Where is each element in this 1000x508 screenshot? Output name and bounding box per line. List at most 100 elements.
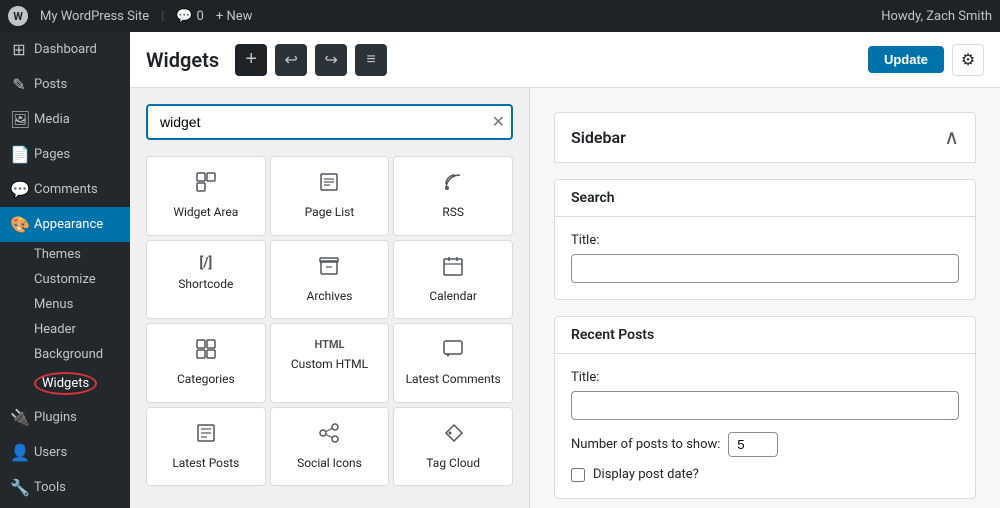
- recent-posts-widget-header: Recent Posts: [555, 317, 975, 354]
- content-area: Widgets + ↩ ↪ ≡ Update ⚙ ✕: [130, 32, 1000, 508]
- sidebar-sub-customize[interactable]: Customize: [0, 267, 130, 292]
- search-title-label: Title:: [571, 233, 959, 248]
- widget-item-shortcode[interactable]: [/] Shortcode: [146, 240, 266, 320]
- widget-grid: Widget Area Page List: [146, 156, 513, 486]
- widget-item-tag-cloud[interactable]: Tag Cloud: [393, 407, 513, 487]
- plugins-icon: 🔌: [10, 408, 28, 427]
- widget-search-box: ✕: [146, 104, 513, 140]
- tag-cloud-label: Tag Cloud: [426, 456, 480, 472]
- latest-comments-icon: [442, 338, 464, 366]
- collapse-sidebar-button[interactable]: ∧: [944, 125, 959, 150]
- media-icon: 🖼: [10, 110, 28, 129]
- separator: |: [161, 9, 164, 24]
- categories-icon: [195, 338, 217, 366]
- sidebar-sub-themes[interactable]: Themes: [0, 242, 130, 267]
- social-icons-label: Social Icons: [297, 456, 362, 472]
- sidebar-sub-widgets[interactable]: Widgets: [0, 367, 130, 400]
- recent-posts-widget-body: Title: Number of posts to show: Display …: [555, 354, 975, 498]
- search-widget-block: Search Title:: [554, 179, 976, 300]
- sidebar-item-pages[interactable]: 📄 Pages: [0, 137, 130, 172]
- social-icons-icon: [318, 422, 340, 450]
- page-list-icon: [318, 171, 340, 199]
- sidebar-sub-background[interactable]: Background: [0, 342, 130, 367]
- widgets-highlight: Widgets: [34, 372, 97, 395]
- page-list-label: Page List: [305, 205, 355, 221]
- right-panel: Sidebar ∧ Search Title: Recent Posts Tit…: [530, 88, 1000, 508]
- sidebar-item-comments[interactable]: 💬 Comments: [0, 172, 130, 207]
- wp-logo: W: [8, 6, 28, 26]
- shortcode-label: Shortcode: [178, 277, 233, 293]
- search-title-input[interactable]: [571, 254, 959, 283]
- archives-label: Archives: [307, 289, 353, 305]
- tools-icon: 🔧: [10, 478, 28, 497]
- comment-icon: 💬: [176, 9, 192, 24]
- top-bar: W My WordPress Site | 💬 0 + New Howdy, Z…: [0, 0, 1000, 32]
- latest-comments-label: Latest Comments: [406, 372, 501, 388]
- add-widget-button[interactable]: +: [235, 44, 267, 76]
- calendar-icon: [442, 255, 464, 283]
- widget-item-custom-html[interactable]: HTML Custom HTML: [270, 323, 390, 403]
- howdy-text: Howdy, Zach Smith: [881, 9, 992, 24]
- widget-item-page-list[interactable]: Page List: [270, 156, 390, 236]
- sidebar-item-users[interactable]: 👤 Users: [0, 435, 130, 470]
- redo-button[interactable]: ↪: [315, 44, 347, 76]
- widget-item-calendar[interactable]: Calendar: [393, 240, 513, 320]
- widget-item-archives[interactable]: Archives: [270, 240, 390, 320]
- latest-posts-icon: [195, 422, 217, 450]
- custom-html-icon: HTML: [314, 338, 344, 351]
- sidebar-item-plugins[interactable]: 🔌 Plugins: [0, 400, 130, 435]
- latest-posts-label: Latest Posts: [172, 456, 239, 472]
- sidebar: ⊞ Dashboard ✎ Posts 🖼 Media 📄 Pages 💬 Co…: [0, 32, 130, 508]
- users-icon: 👤: [10, 443, 28, 462]
- posts-count-label: Number of posts to show:: [571, 437, 720, 452]
- sidebar-item-appearance[interactable]: 🎨 Appearance: [0, 207, 130, 242]
- widget-item-social-icons[interactable]: Social Icons: [270, 407, 390, 487]
- widget-item-rss[interactable]: RSS: [393, 156, 513, 236]
- toolbar: Widgets + ↩ ↪ ≡ Update ⚙: [130, 32, 1000, 88]
- calendar-label: Calendar: [429, 289, 477, 305]
- display-date-row: Display post date?: [571, 467, 959, 482]
- list-view-button[interactable]: ≡: [355, 44, 387, 76]
- sidebar-panel-title: Sidebar: [571, 128, 626, 147]
- sidebar-item-media[interactable]: 🖼 Media: [0, 102, 130, 137]
- widget-item-latest-posts[interactable]: Latest Posts: [146, 407, 266, 487]
- search-input[interactable]: [146, 104, 513, 140]
- widget-area-label: Widget Area: [173, 205, 238, 221]
- pages-icon: 📄: [10, 145, 28, 164]
- sidebar-item-dashboard[interactable]: ⊞ Dashboard: [0, 32, 130, 67]
- sidebar-item-posts[interactable]: ✎ Posts: [0, 67, 130, 102]
- recent-posts-title-label: Title:: [571, 370, 959, 385]
- categories-label: Categories: [177, 372, 235, 388]
- widget-item-widget-area[interactable]: Widget Area: [146, 156, 266, 236]
- search-clear-button[interactable]: ✕: [492, 112, 505, 132]
- display-date-label: Display post date?: [593, 467, 699, 482]
- sidebar-sub-header[interactable]: Header: [0, 317, 130, 342]
- posts-count-row: Number of posts to show:: [571, 432, 959, 457]
- rss-icon: [442, 171, 464, 199]
- dashboard-icon: ⊞: [10, 40, 28, 59]
- archives-icon: [318, 255, 340, 283]
- sidebar-sub-menus[interactable]: Menus: [0, 292, 130, 317]
- widget-area-icon: [195, 171, 217, 199]
- undo-button[interactable]: ↩: [275, 44, 307, 76]
- widget-panel: ✕ Widget Area: [130, 88, 530, 508]
- search-widget-body: Title:: [555, 217, 975, 299]
- site-name[interactable]: My WordPress Site: [40, 9, 149, 24]
- main-layout: ⊞ Dashboard ✎ Posts 🖼 Media 📄 Pages 💬 Co…: [0, 32, 1000, 508]
- shortcode-icon: [/]: [199, 255, 212, 271]
- search-widget-header: Search: [555, 180, 975, 217]
- widget-item-categories[interactable]: Categories: [146, 323, 266, 403]
- comments-link[interactable]: 💬 0: [176, 9, 204, 24]
- widget-editor: ✕ Widget Area: [130, 88, 1000, 508]
- new-content-link[interactable]: + New: [216, 9, 253, 24]
- settings-gear-button[interactable]: ⚙: [952, 44, 984, 76]
- display-date-checkbox[interactable]: [571, 468, 585, 482]
- sidebar-item-tools[interactable]: 🔧 Tools: [0, 470, 130, 505]
- recent-posts-title-input[interactable]: [571, 391, 959, 420]
- update-button[interactable]: Update: [868, 46, 944, 73]
- appearance-icon: 🎨: [10, 215, 28, 234]
- widget-item-latest-comments[interactable]: Latest Comments: [393, 323, 513, 403]
- comments-nav-icon: 💬: [10, 180, 28, 199]
- posts-count-input[interactable]: [728, 432, 778, 457]
- posts-icon: ✎: [10, 75, 28, 94]
